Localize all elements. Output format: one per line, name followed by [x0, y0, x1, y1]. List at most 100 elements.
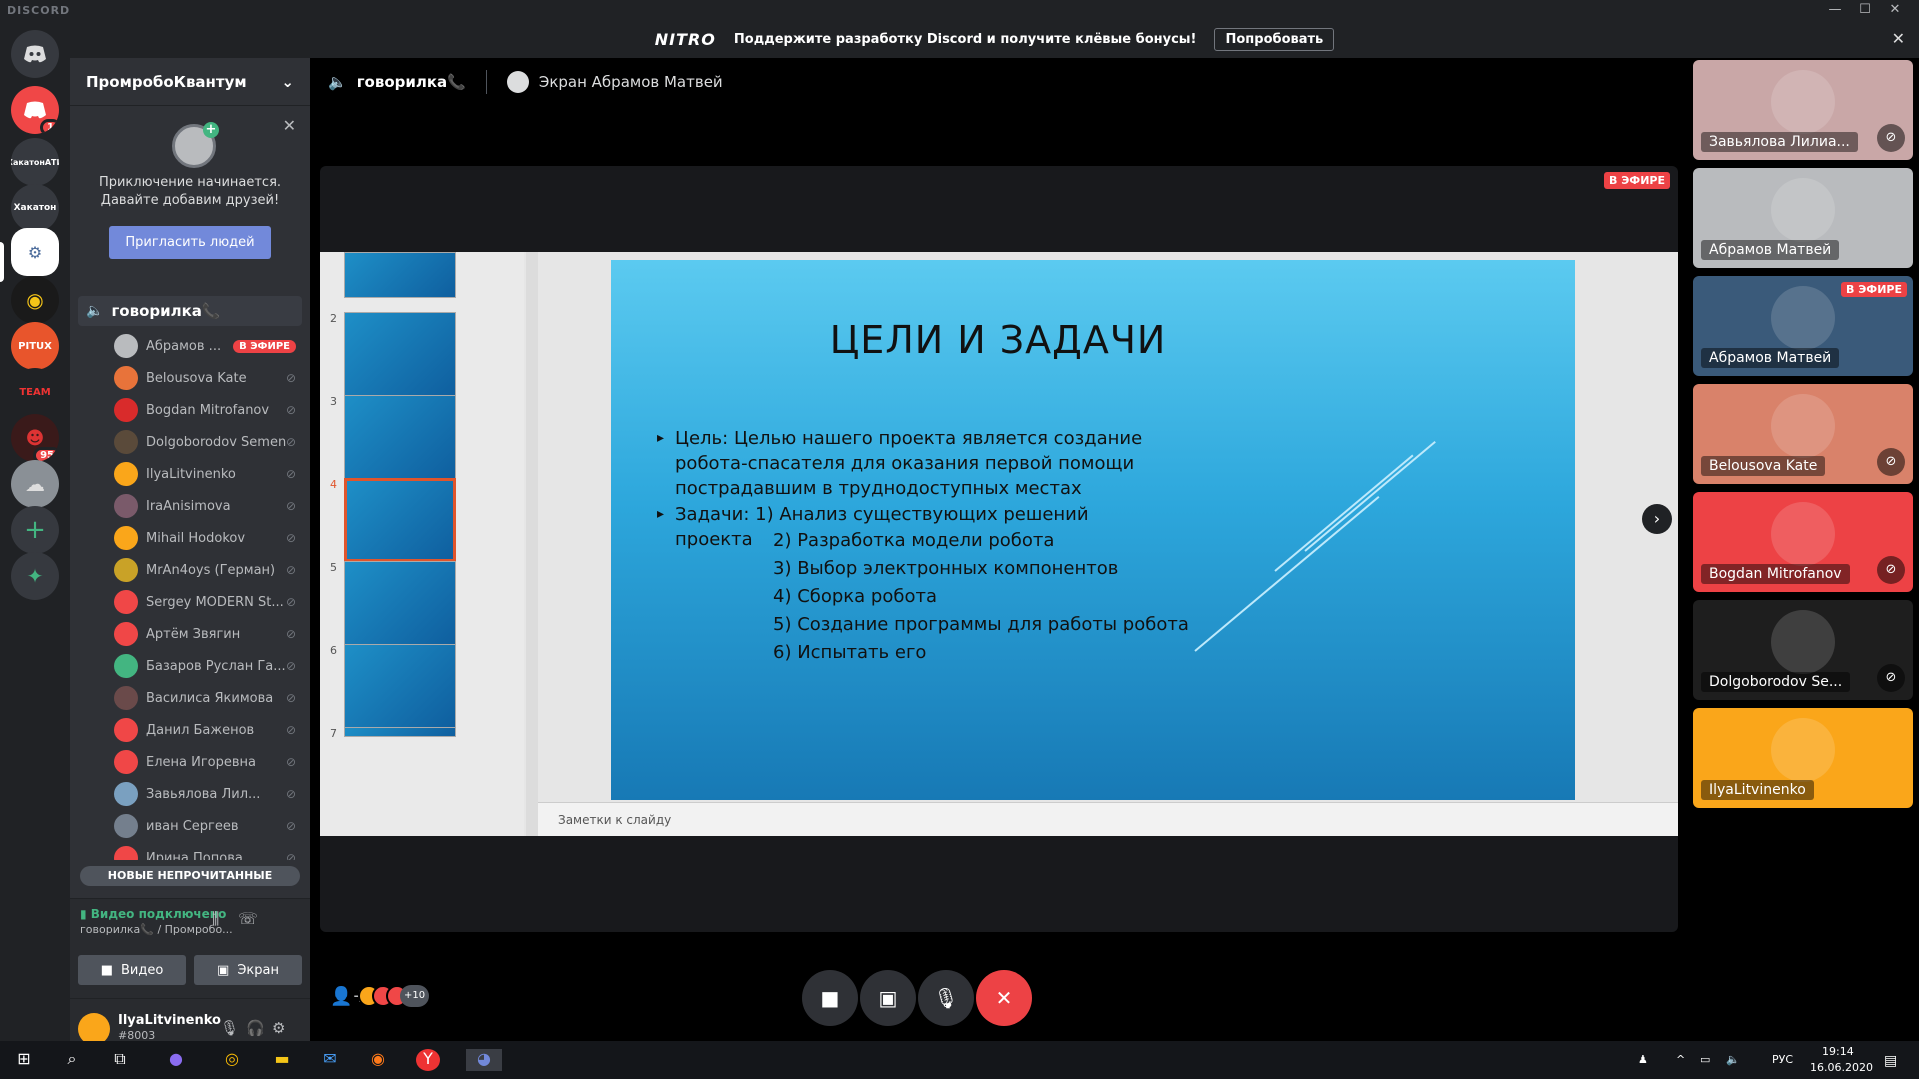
- close-icon[interactable]: ✕: [283, 116, 296, 135]
- slide-thumb-4-selected[interactable]: [344, 478, 456, 562]
- streamer-avatar: [506, 71, 529, 93]
- new-unread-button[interactable]: НОВЫЕ НЕПРОЧИТАННЫЕ: [80, 866, 300, 886]
- server-team[interactable]: TEAM: [11, 368, 59, 416]
- mute-button[interactable]: 🎙: [918, 970, 974, 1026]
- home-button[interactable]: [11, 30, 59, 78]
- participant-tile[interactable]: Абрамов Матвей: [1693, 168, 1913, 268]
- explore-servers-button[interactable]: ✦: [11, 552, 59, 600]
- voice-user[interactable]: IraAnisimova ⊘: [70, 490, 310, 522]
- share-screen-button[interactable]: ▣: [860, 970, 916, 1026]
- server-pitux[interactable]: PITUX: [11, 322, 59, 370]
- server-gray-avatar[interactable]: ☁: [11, 460, 59, 508]
- voice-user[interactable]: Sergey MODERN St... ⊘: [70, 586, 310, 618]
- server-hackathon[interactable]: Хакатон: [11, 184, 59, 232]
- slide-notes[interactable]: Заметки к слайду: [538, 802, 1678, 836]
- voice-user[interactable]: Завьялова Лил... ⊘: [70, 778, 310, 810]
- participant-tile[interactable]: Belousova Kate ⊘: [1693, 384, 1913, 484]
- server-dark-character[interactable]: ☻ 95: [11, 414, 59, 462]
- windows-start-icon[interactable]: ⊞: [12, 1049, 36, 1071]
- participant-name: Абрамов Матвей: [1701, 240, 1840, 260]
- explorer-icon[interactable]: ▬: [270, 1049, 294, 1071]
- voice-user[interactable]: Артём Звягин ⊘: [70, 618, 310, 650]
- maximize-button[interactable]: ☐: [1850, 2, 1880, 17]
- thumbnail-scrollbar[interactable]: [526, 252, 538, 836]
- voice-user[interactable]: IlyaLitvinenko ⊘: [70, 458, 310, 490]
- participant-tile[interactable]: Dolgoborodov Se... ⊘: [1693, 600, 1913, 700]
- yandex-icon[interactable]: Y: [416, 1049, 440, 1071]
- firefox-icon[interactable]: ◉: [366, 1049, 390, 1071]
- deafened-icon: ⊘: [285, 531, 296, 545]
- disconnect-icon[interactable]: ☏: [238, 909, 258, 928]
- voice-user[interactable]: Belousova Kate ⊘: [70, 362, 310, 394]
- deafened-icon: ⊘: [285, 371, 296, 385]
- voice-user-name: Артём Звягин: [146, 626, 241, 642]
- slide-thumb-7[interactable]: [344, 727, 456, 737]
- server-promrobokvantum[interactable]: ⚙: [11, 228, 59, 276]
- more-participants[interactable]: +10: [400, 985, 430, 1007]
- chrome-icon[interactable]: ◎: [220, 1049, 244, 1071]
- camera-button[interactable]: ■: [802, 970, 858, 1026]
- screen-share-view[interactable]: В ЭФИРЕ 2 3 4 5 6 7 ЦЕЛИ И ЗАДАЧИ ▸ Цель…: [320, 166, 1678, 932]
- slide-goal: Цель: Целью нашего проекта является созд…: [657, 426, 1155, 501]
- chevron-down-icon: ⌄: [281, 72, 294, 91]
- headphones-icon[interactable]: 🎧: [246, 1019, 265, 1037]
- voice-user[interactable]: MrAn4oys (Герман) ⊘: [70, 554, 310, 586]
- voice-user[interactable]: Базаров Руслан Га... ⊘: [70, 650, 310, 682]
- voice-user[interactable]: Василиса Якимова ⊘: [70, 682, 310, 714]
- voice-user[interactable]: Bogdan Mitrofanov ⊘: [70, 394, 310, 426]
- voice-user[interactable]: Dolgoborodov Semen ⊘: [70, 426, 310, 458]
- guild-header[interactable]: ПромробоКвантум ⌄: [70, 58, 310, 106]
- slide-thumb-1[interactable]: [344, 252, 456, 298]
- decor-stripe: [1304, 440, 1436, 552]
- microphone-icon[interactable]: 🎙: [220, 1019, 239, 1037]
- voice-user[interactable]: Mihail Hodokov ⊘: [70, 522, 310, 554]
- muted-icon: ⊘: [1877, 448, 1905, 476]
- discord-taskbar-icon[interactable]: ◕: [466, 1049, 502, 1071]
- person-icon[interactable]: ♟: [1638, 1053, 1648, 1066]
- mail-icon[interactable]: ✉: [318, 1049, 342, 1071]
- minimize-button[interactable]: —: [1820, 2, 1850, 17]
- server-hackathon-ati[interactable]: ХакатонАТИ: [11, 138, 59, 186]
- slide-thumb-3[interactable]: [344, 395, 456, 479]
- app-icon[interactable]: ●: [164, 1049, 188, 1071]
- volume-icon[interactable]: 🔈: [1726, 1053, 1740, 1066]
- nitro-try-button[interactable]: Попробовать: [1214, 27, 1335, 51]
- language-indicator[interactable]: РУС: [1772, 1053, 1793, 1066]
- participant-tile[interactable]: Абрамов Матвей В ЭФИРЕ: [1693, 276, 1913, 376]
- slide-number: 6: [330, 644, 337, 657]
- participant-tile[interactable]: Завьялова Лилиа... ⊘: [1693, 60, 1913, 160]
- nitro-close-icon[interactable]: ✕: [1892, 29, 1905, 48]
- voice-user[interactable]: Елена Игоревна ⊘: [70, 746, 310, 778]
- slide-thumb-2[interactable]: [344, 312, 456, 396]
- next-slide-icon[interactable]: ›: [1642, 504, 1672, 534]
- participant-tile[interactable]: IlyaLitvinenko: [1693, 708, 1913, 808]
- notifications-icon[interactable]: ▤: [1884, 1053, 1897, 1069]
- avatar: [114, 430, 138, 454]
- server-discord-red[interactable]: 1: [11, 86, 59, 134]
- voice-connection-panel: ▮ Видео подключено говорилка📞 / Промробо…: [70, 898, 310, 998]
- video-button[interactable]: ■ Видео: [78, 955, 186, 985]
- deafened-icon: ⊘: [285, 467, 296, 481]
- voice-user[interactable]: Данил Баженов ⊘: [70, 714, 310, 746]
- search-icon[interactable]: ⌕: [60, 1049, 84, 1071]
- voice-user[interactable]: Абрамов ... В ЭФИРЕ: [70, 330, 310, 362]
- avatar: [114, 526, 138, 550]
- stop-stream-button[interactable]: ✕: [976, 970, 1032, 1026]
- server-rail: 1 ХакатонАТИ Хакатон ⚙ ◉ PITUX TEAM ☻ 95…: [0, 20, 70, 1059]
- server-yellow-logo[interactable]: ◉: [11, 276, 59, 324]
- tray-chevron-icon[interactable]: ^: [1676, 1053, 1685, 1066]
- noise-suppression-icon[interactable]: ⫼: [212, 909, 219, 929]
- screen-share-button[interactable]: ▣ Экран: [194, 955, 302, 985]
- voice-user[interactable]: иван Сергеев ⊘: [70, 810, 310, 842]
- slide-thumb-5[interactable]: [344, 561, 456, 645]
- gear-icon[interactable]: ⚙: [272, 1019, 285, 1037]
- close-window-button[interactable]: ✕: [1880, 2, 1910, 17]
- participant-tile[interactable]: Bogdan Mitrofanov ⊘: [1693, 492, 1913, 592]
- network-icon[interactable]: ▭: [1700, 1053, 1710, 1066]
- task-view-icon[interactable]: ⧉: [108, 1049, 132, 1071]
- add-server-button[interactable]: +: [11, 506, 59, 554]
- slide-thumb-6[interactable]: [344, 644, 456, 728]
- invite-people-button[interactable]: Пригласить людей: [109, 226, 271, 259]
- voice-user[interactable]: Ирина Попова ⊘: [70, 842, 310, 860]
- voice-channel-govorilka[interactable]: 🔈 говорилка📞: [78, 296, 302, 326]
